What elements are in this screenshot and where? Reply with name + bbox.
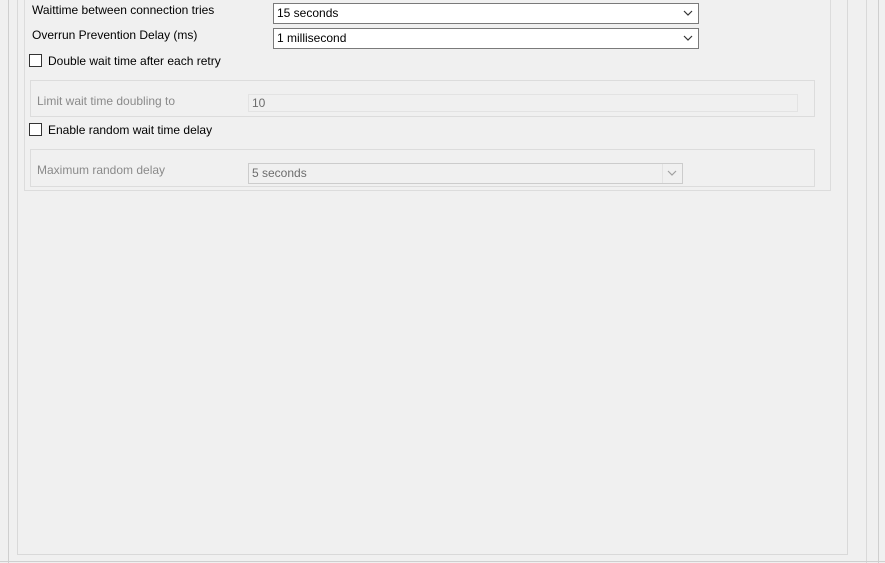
- double-wait-checkbox[interactable]: [29, 54, 42, 67]
- max-random-label: Maximum random delay: [37, 163, 166, 177]
- window-bottom-border: [0, 561, 885, 562]
- random-delay-checkbox[interactable]: [29, 123, 42, 136]
- scroll-track-right: [878, 0, 879, 563]
- panel-left-border: [17, 0, 18, 555]
- overrun-delay-label: Overrun Prevention Delay (ms): [32, 28, 198, 42]
- waittime-select[interactable]: 15 seconds: [273, 3, 699, 24]
- max-random-select[interactable]: 5 seconds: [248, 163, 683, 184]
- waittime-value: 15 seconds: [277, 6, 339, 20]
- chevron-down-icon: [683, 35, 693, 41]
- overrun-delay-value: 1 millisecond: [277, 31, 347, 45]
- overrun-delay-select[interactable]: 1 millisecond: [273, 28, 699, 49]
- limit-doubling-input[interactable]: 10: [248, 94, 798, 112]
- waittime-label: Waittime between connection tries: [32, 3, 215, 17]
- chevron-down-icon: [667, 170, 677, 176]
- scroll-track-left: [866, 0, 867, 563]
- limit-doubling-label: Limit wait time doubling to: [37, 94, 176, 108]
- limit-doubling-value: 10: [252, 96, 266, 110]
- double-wait-label[interactable]: Double wait time after each retry: [48, 53, 221, 69]
- random-delay-label[interactable]: Enable random wait time delay: [48, 122, 212, 138]
- panel-bottom-border: [17, 554, 848, 555]
- left-frame-edge: [8, 0, 9, 563]
- chevron-down-icon: [683, 10, 693, 16]
- panel-right-border: [847, 0, 848, 555]
- max-random-value: 5 seconds: [252, 166, 307, 180]
